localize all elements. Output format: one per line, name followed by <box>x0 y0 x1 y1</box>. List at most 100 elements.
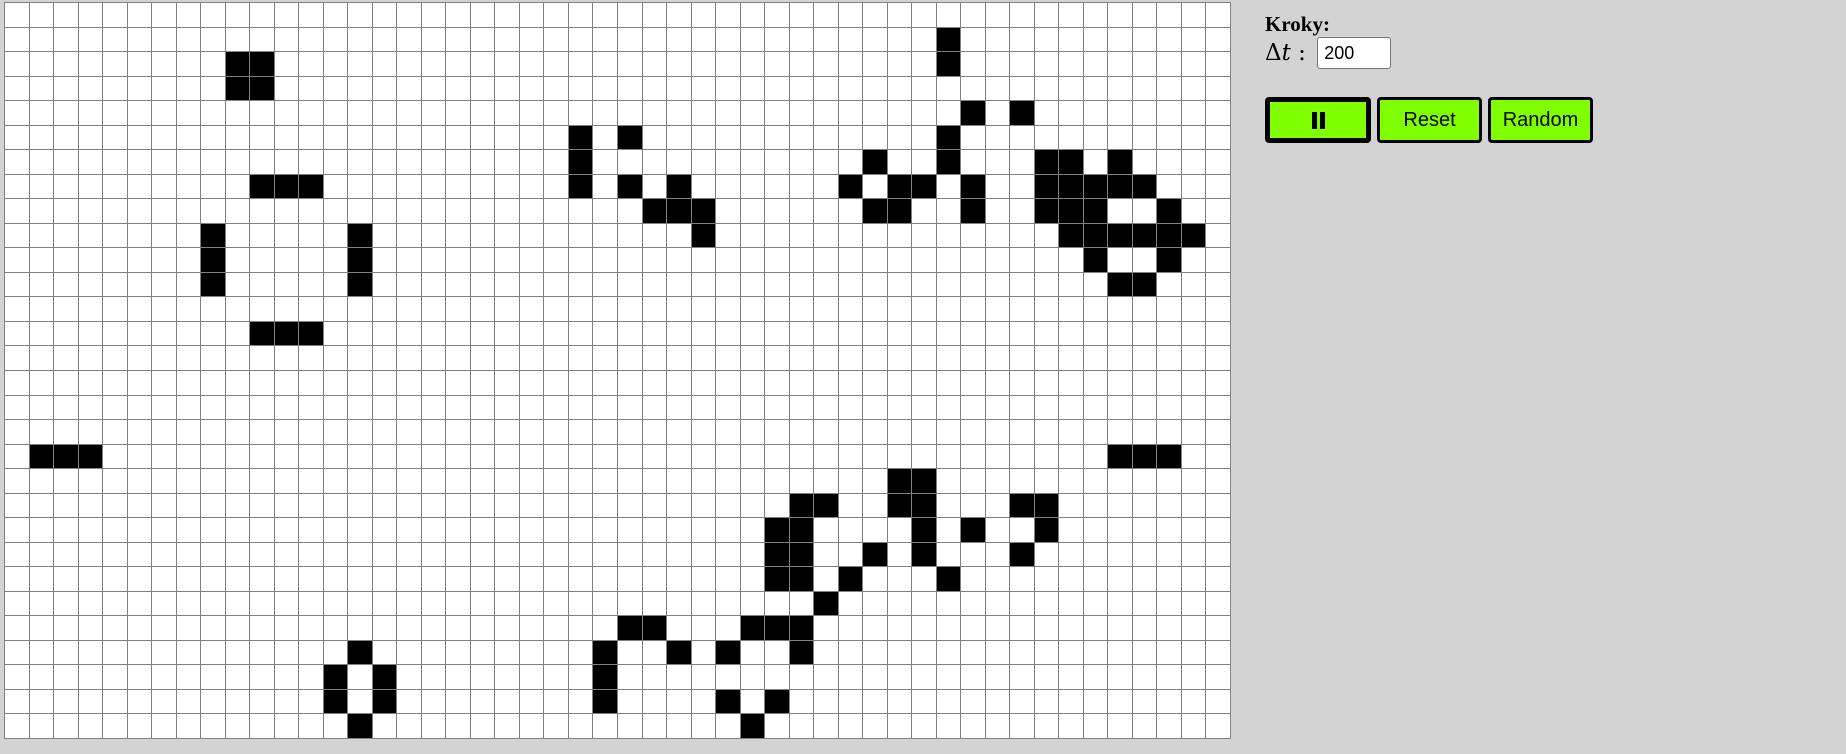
grid-cell[interactable] <box>151 149 176 174</box>
grid-cell-alive[interactable] <box>935 149 961 174</box>
grid-cell-alive[interactable] <box>886 198 912 223</box>
grid-cell[interactable] <box>273 222 299 248</box>
grid-cell[interactable] <box>445 394 470 420</box>
grid-cell[interactable] <box>77 394 103 420</box>
grid-cell[interactable] <box>1156 590 1181 616</box>
grid-cell[interactable] <box>1180 149 1206 174</box>
grid-cell[interactable] <box>77 320 103 346</box>
grid-cell[interactable] <box>4 2 29 27</box>
grid-cell[interactable] <box>102 590 127 616</box>
grid-cell[interactable] <box>592 222 617 248</box>
grid-cell[interactable] <box>592 492 617 518</box>
grid-cell[interactable] <box>77 713 103 738</box>
grid-cell[interactable] <box>837 541 863 567</box>
grid-cell[interactable] <box>322 713 348 738</box>
grid-cell[interactable] <box>28 517 54 542</box>
grid-cell[interactable] <box>77 124 103 150</box>
grid-cell[interactable] <box>151 124 176 150</box>
grid-cell[interactable] <box>960 713 985 738</box>
grid-cell[interactable] <box>935 664 961 689</box>
grid-cell[interactable] <box>518 566 544 591</box>
grid-cell[interactable] <box>911 198 936 223</box>
grid-cell[interactable] <box>788 369 814 395</box>
grid-cell[interactable] <box>151 492 176 518</box>
grid-cell[interactable] <box>1156 615 1181 640</box>
grid-cell[interactable] <box>984 541 1010 567</box>
grid-cell[interactable] <box>788 443 814 469</box>
grid-cell[interactable] <box>249 492 274 518</box>
grid-cell[interactable] <box>298 615 323 640</box>
grid-cell[interactable] <box>1082 369 1108 395</box>
grid-cell[interactable] <box>788 590 814 616</box>
grid-cell[interactable] <box>862 247 887 272</box>
grid-cell[interactable] <box>837 100 863 125</box>
grid-cell-alive[interactable] <box>813 590 838 616</box>
grid-cell-alive[interactable] <box>788 541 814 567</box>
grid-cell[interactable] <box>102 296 127 321</box>
grid-cell-alive[interactable] <box>911 541 936 567</box>
grid-cell-alive[interactable] <box>1107 222 1132 248</box>
grid-cell[interactable] <box>788 320 814 346</box>
grid-cell[interactable] <box>175 419 201 444</box>
grid-cell[interactable] <box>1058 615 1083 640</box>
grid-cell[interactable] <box>273 75 299 101</box>
grid-cell[interactable] <box>690 149 716 174</box>
grid-cell[interactable] <box>175 394 201 420</box>
grid-cell[interactable] <box>53 517 78 542</box>
grid-cell[interactable] <box>322 51 348 76</box>
grid-cell[interactable] <box>690 100 716 125</box>
grid-cell[interactable] <box>764 394 789 420</box>
grid-cell[interactable] <box>1180 345 1206 370</box>
grid-cell[interactable] <box>984 615 1010 640</box>
grid-cell[interactable] <box>567 517 593 542</box>
grid-cell[interactable] <box>935 75 961 101</box>
grid-cell-alive[interactable] <box>592 688 617 714</box>
grid-cell[interactable] <box>53 100 78 125</box>
grid-cell[interactable] <box>1107 566 1132 591</box>
grid-cell[interactable] <box>1156 100 1181 125</box>
grid-cell[interactable] <box>396 124 421 150</box>
grid-cell[interactable] <box>641 688 667 714</box>
grid-cell[interactable] <box>715 198 740 223</box>
grid-cell[interactable] <box>935 173 961 199</box>
grid-cell-alive[interactable] <box>298 320 323 346</box>
grid-cell[interactable] <box>249 369 274 395</box>
grid-cell[interactable] <box>249 198 274 223</box>
grid-cell[interactable] <box>960 149 985 174</box>
grid-cell[interactable] <box>715 590 740 616</box>
grid-cell[interactable] <box>567 590 593 616</box>
grid-cell[interactable] <box>126 198 152 223</box>
grid-cell[interactable] <box>1058 419 1083 444</box>
grid-cell[interactable] <box>886 75 912 101</box>
grid-cell[interactable] <box>518 271 544 297</box>
grid-cell[interactable] <box>984 100 1010 125</box>
grid-cell[interactable] <box>886 713 912 738</box>
grid-cell[interactable] <box>298 443 323 469</box>
grid-cell[interactable] <box>1009 75 1034 101</box>
grid-cell[interactable] <box>1131 26 1157 52</box>
grid-cell[interactable] <box>886 419 912 444</box>
grid-cell[interactable] <box>837 590 863 616</box>
grid-cell[interactable] <box>518 247 544 272</box>
grid-cell[interactable] <box>764 345 789 370</box>
grid-cell[interactable] <box>151 615 176 640</box>
grid-cell[interactable] <box>813 100 838 125</box>
grid-cell[interactable] <box>690 492 716 518</box>
grid-cell-alive[interactable] <box>911 468 936 493</box>
grid-cell[interactable] <box>1009 394 1034 420</box>
grid-cell[interactable] <box>1009 124 1034 150</box>
grid-cell[interactable] <box>175 369 201 395</box>
grid-cell[interactable] <box>518 713 544 738</box>
grid-cell[interactable] <box>1180 124 1206 150</box>
grid-cell[interactable] <box>1058 468 1083 493</box>
grid-cell-alive[interactable] <box>1009 100 1034 125</box>
grid-cell[interactable] <box>469 517 495 542</box>
grid-cell[interactable] <box>935 271 961 297</box>
grid-cell[interactable] <box>518 517 544 542</box>
grid-cell[interactable] <box>224 149 250 174</box>
grid-cell[interactable] <box>1156 320 1181 346</box>
dt-input[interactable] <box>1317 37 1392 69</box>
grid-cell[interactable] <box>445 369 470 395</box>
grid-cell[interactable] <box>984 149 1010 174</box>
grid-cell[interactable] <box>1033 271 1059 297</box>
